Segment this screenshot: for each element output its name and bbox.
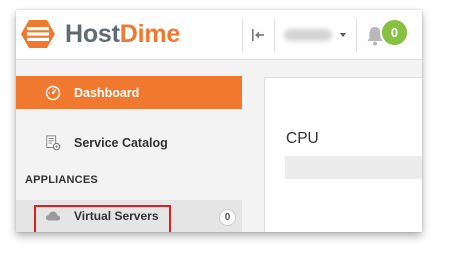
collapse-sidebar-button[interactable] <box>244 23 272 47</box>
user-menu-dropdown[interactable] <box>278 23 350 47</box>
panel-title: CPU <box>286 130 319 147</box>
cpu-usage-bar <box>285 156 422 179</box>
speedometer-icon <box>45 85 61 101</box>
sidebar: Dashboard Service Catalog APPLIANCES Vir… <box>16 60 242 232</box>
count-badge: 0 <box>219 209 236 226</box>
brand-name-part2: Dime <box>119 20 181 48</box>
notifications-badge[interactable]: 0 <box>380 18 409 47</box>
sidebar-item-service-catalog[interactable]: Service Catalog <box>16 127 242 159</box>
user-name <box>284 29 332 41</box>
main-content: CPU <box>242 60 422 232</box>
brand-logo[interactable]: HostDime <box>20 19 180 49</box>
sidebar-item-dashboard[interactable]: Dashboard <box>16 76 242 109</box>
cpu-panel: CPU <box>264 77 422 232</box>
divider <box>356 18 357 52</box>
hostdime-logo-icon <box>21 20 55 48</box>
caret-down-icon <box>340 33 346 37</box>
divider <box>242 18 243 52</box>
section-heading-appliances: APPLIANCES <box>25 174 98 186</box>
sidebar-item-label: Service Catalog <box>74 136 168 150</box>
top-bar: HostDime 0 <box>16 10 422 60</box>
sidebar-item-virtual-servers[interactable]: Virtual Servers <box>16 200 242 232</box>
app-window: HostDime 0 Dashboard Service Catalog APP… <box>16 10 422 232</box>
catalog-gear-icon <box>45 135 61 151</box>
collapse-sidebar-icon <box>252 29 264 41</box>
cloud-icon <box>45 208 61 224</box>
sidebar-item-label: Virtual Servers <box>74 209 159 223</box>
sidebar-item-label: Dashboard <box>74 85 140 100</box>
brand-name: HostDime <box>65 19 180 49</box>
divider <box>274 18 275 52</box>
brand-name-part1: Host <box>65 20 120 48</box>
